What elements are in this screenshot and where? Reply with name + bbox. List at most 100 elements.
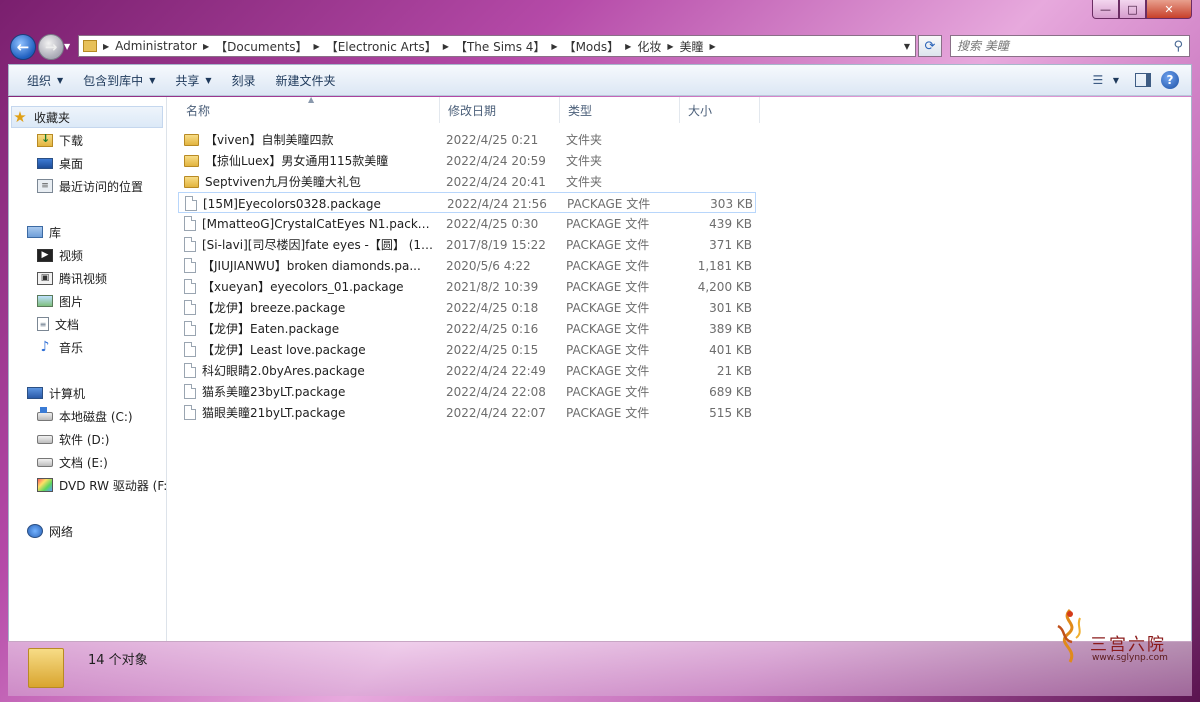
file-name: [Si-lavi][司尽楼因]fate eyes -【圆】 (1).... [202, 238, 434, 252]
folder-icon [184, 175, 199, 188]
share-button[interactable]: 共享 ▼ [165, 68, 221, 92]
file-row[interactable]: [15M]Eyecolors0328.package 2022/4/24 21:5… [178, 192, 756, 213]
file-row[interactable]: 【viven】自制美瞳四款 2022/4/25 0:21 文件夹 [178, 129, 756, 150]
nav-disk-c-label: 本地磁盘 (C:) [59, 409, 133, 424]
nav-recent-places[interactable]: ≡ 最近访问的位置 [37, 175, 143, 197]
file-name: Septviven九月份美瞳大礼包 [205, 175, 361, 189]
file-type: PACKAGE 文件 [566, 238, 650, 252]
breadcrumb-documents[interactable]: 【Documents】 [209, 38, 313, 55]
file-type: 文件夹 [566, 175, 603, 189]
breadcrumb-contacts[interactable]: 美瞳 [673, 38, 709, 55]
file-type: PACKAGE 文件 [566, 259, 650, 273]
maximize-button[interactable]: □ [1119, 0, 1146, 19]
nav-tencent-video[interactable]: ▣ 腾讯视频 [37, 267, 107, 289]
nav-favorites[interactable]: ★ 收藏夹 [11, 106, 163, 128]
file-row[interactable]: 【龙伊】Eaten.package 2022/4/25 0:16 PACKAGE 文… [178, 318, 756, 339]
nav-favorites-label: 收藏夹 [34, 110, 71, 125]
burn-button[interactable]: 刻录 [222, 68, 266, 92]
system-disk-icon [37, 406, 53, 421]
help-icon[interactable]: ? [1161, 71, 1179, 89]
nav-desktop[interactable]: 桌面 [37, 152, 83, 174]
organize-button[interactable]: 组织 ▼ [17, 68, 73, 92]
file-date: 2021/8/2 10:39 [446, 279, 539, 294]
nav-network[interactable]: 网络 [27, 520, 73, 542]
watermark-text: 三宫六院 [1090, 635, 1166, 655]
nav-dvd-drive[interactable]: DVD RW 驱动器 (F: [37, 474, 167, 496]
file-row[interactable]: Septviven九月份美瞳大礼包 2022/4/24 20:41 文件夹 [178, 171, 756, 192]
file-row[interactable]: [Si-lavi][司尽楼因]fate eyes -【圆】 (1).... 201… [178, 234, 756, 255]
search-input[interactable] [957, 39, 1174, 53]
dvd-drive-icon [37, 478, 53, 492]
breadcrumb-administrator[interactable]: Administrator [109, 39, 203, 53]
column-header-date[interactable]: 修改日期 [440, 97, 560, 123]
column-header-name[interactable]: 名称 ▲ [178, 95, 440, 123]
sort-ascending-icon: ▲ [308, 95, 315, 104]
file-name-cell: 【龙伊】Least love.package [184, 339, 434, 360]
address-bar[interactable]: ▶ Administrator ▶ 【Documents】 ▶ 【Electro… [78, 35, 916, 57]
nav-downloads[interactable]: 下载 [37, 129, 83, 151]
close-button[interactable]: ✕ [1146, 0, 1192, 19]
nav-documents-label: 文档 [55, 317, 80, 332]
preview-pane-icon[interactable] [1135, 73, 1151, 87]
file-size [684, 129, 752, 150]
file-icon [184, 405, 196, 420]
file-row[interactable]: 【JIUJIANWU】broken diamonds.pa... 2020/5/6… [178, 255, 756, 276]
nav-libraries[interactable]: 库 [27, 221, 61, 243]
file-row[interactable]: [MmatteoG]CrystalCatEyes N1.packa... 2022… [178, 213, 756, 234]
back-button[interactable]: ← [10, 34, 36, 60]
folder-icon [184, 154, 199, 167]
nav-disk-c[interactable]: 本地磁盘 (C:) [37, 405, 133, 427]
file-name-cell: Septviven九月份美瞳大礼包 [184, 171, 434, 192]
column-header-type[interactable]: 类型 [560, 97, 680, 123]
file-icon [185, 196, 197, 211]
nav-pictures[interactable]: 图片 [37, 290, 83, 312]
search-box[interactable]: ⚲ [950, 35, 1190, 57]
nav-videos[interactable]: ▶ 视频 [37, 244, 83, 266]
file-name-cell: [15M]Eyecolors0328.package [185, 193, 435, 214]
file-row[interactable]: 科幻眼睛2.0byAres.package 2022/4/24 22:49 PACK… [178, 360, 756, 381]
breadcrumb-makeup[interactable]: 化妆 [631, 38, 667, 55]
search-icon[interactable]: ⚲ [1173, 39, 1183, 54]
include-in-library-button[interactable]: 包含到库中 ▼ [73, 68, 165, 92]
music-note-icon: ♪ [40, 339, 50, 355]
navigation-pane: ★ 收藏夹 下载 桌面 ≡ 最近访问的位置 库 ▶ 视频 ▣ 腾讯视频 [9, 97, 167, 641]
title-bar: — □ ✕ [0, 0, 1200, 30]
nav-computer[interactable]: 计算机 [27, 382, 85, 404]
caret-down-icon: ▼ [149, 75, 156, 85]
refresh-button[interactable]: ⟳ [918, 35, 942, 57]
breadcrumb-mods[interactable]: 【Mods】 [558, 38, 626, 55]
nav-disk-e[interactable]: 文档 (E:) [37, 451, 108, 473]
file-list-pane: 名称 ▲ 修改日期 类型 大小 【viven】自制美瞳四款 2022/4/25 0… [168, 95, 1191, 641]
file-row[interactable]: 【掠仙Luex】男女通用115款美瞳 2022/4/24 20:59 文件夹 [178, 150, 756, 171]
chevron-right-icon[interactable]: ▶ [710, 42, 716, 51]
recent-pages-dropdown[interactable]: ▼ [64, 42, 70, 51]
new-folder-button[interactable]: 新建文件夹 [266, 68, 346, 92]
folder-icon [83, 40, 97, 52]
column-header-size[interactable]: 大小 [680, 97, 760, 123]
view-options-icon[interactable]: ☰ [1089, 73, 1107, 87]
forward-button[interactable]: → [38, 34, 64, 60]
breadcrumb-the-sims-4[interactable]: 【The Sims 4】 [449, 38, 551, 55]
file-date: 2022/4/25 0:21 [446, 132, 539, 147]
file-row[interactable]: 【龙伊】breeze.package 2022/4/25 0:18 PACKAGE … [178, 297, 756, 318]
minimize-button[interactable]: — [1092, 0, 1119, 19]
breadcrumb-electronic-arts[interactable]: 【Electronic Arts】 [320, 38, 443, 55]
nav-music[interactable]: ♪ 音乐 [37, 336, 83, 358]
nav-tencent-video-label: 腾讯视频 [59, 271, 108, 286]
computer-icon [27, 387, 43, 399]
caret-down-icon: ▼ [205, 75, 212, 85]
file-name: 【龙伊】Least love.package [202, 343, 366, 357]
file-row[interactable]: 【龙伊】Least love.package 2022/4/25 0:15 PACK… [178, 339, 756, 360]
nav-downloads-label: 下载 [59, 133, 84, 148]
file-type: PACKAGE 文件 [566, 385, 650, 399]
nav-dvd-label: DVD RW 驱动器 (F: [59, 478, 167, 493]
nav-disk-d[interactable]: 软件 (D:) [37, 428, 109, 450]
file-row[interactable]: 猫眼美瞳21byLT.package 2022/4/24 22:07 PACKAGE… [178, 402, 756, 423]
file-row[interactable]: 猫系美瞳23byLT.package 2022/4/24 22:08 PACKAGE… [178, 381, 756, 402]
file-row[interactable]: 【xueyan】eyecolors_01.package 2021/8/2 10:… [178, 276, 756, 297]
address-history-dropdown[interactable]: ▼ [899, 42, 915, 51]
nav-libraries-label: 库 [49, 225, 62, 240]
nav-desktop-label: 桌面 [59, 156, 84, 171]
nav-documents[interactable]: ≡ 文档 [37, 313, 79, 335]
view-dropdown-icon[interactable]: ▼ [1113, 76, 1119, 85]
